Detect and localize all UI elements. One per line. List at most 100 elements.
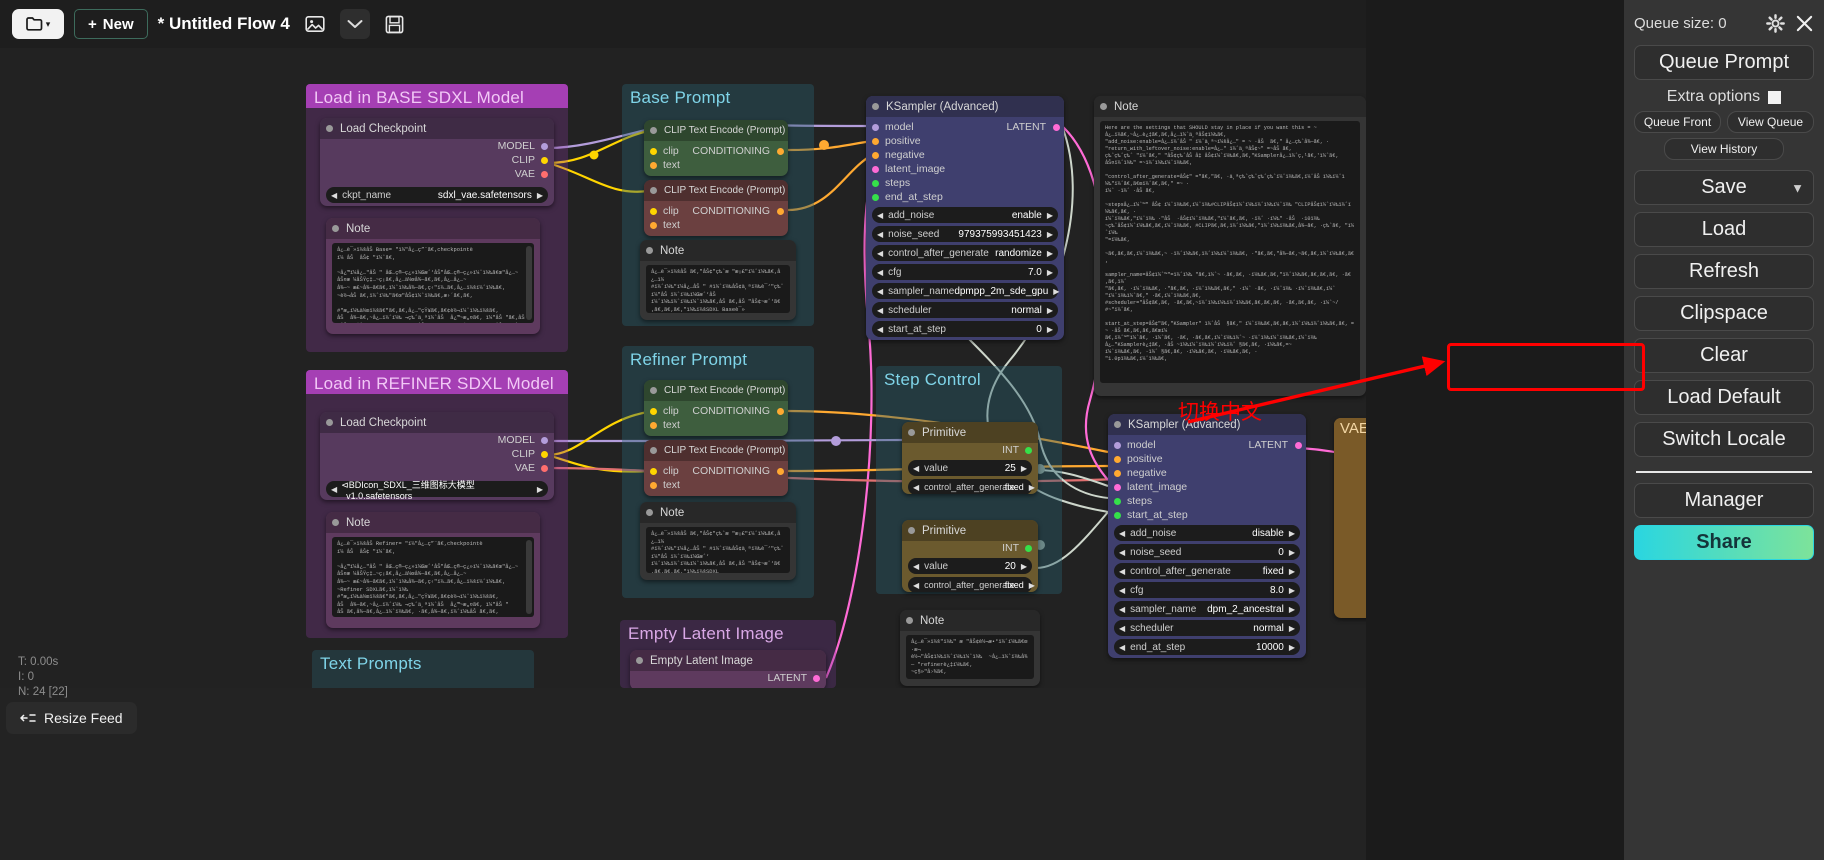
decrement-arrow-icon[interactable]: ◀ — [1119, 643, 1125, 652]
widget-end-at-step[interactable]: ◀ end_at_step 10000 ▶ — [1114, 639, 1300, 655]
close-icon[interactable] — [1795, 14, 1814, 33]
conditioning-port-dot[interactable] — [1114, 456, 1121, 463]
increment-arrow-icon[interactable]: ▶ — [537, 191, 543, 200]
int-port-dot[interactable] — [1114, 498, 1121, 505]
widget-scheduler[interactable]: ◀ scheduler normal ▶ — [872, 302, 1058, 318]
increment-arrow-icon[interactable]: ▶ — [1289, 529, 1295, 538]
collapse-dot-icon[interactable] — [906, 617, 913, 624]
node-header[interactable]: Primitive — [902, 520, 1038, 541]
node-header[interactable]: Note — [900, 610, 1040, 631]
load-default-button[interactable]: Load Default — [1634, 380, 1814, 415]
input-end-at-step[interactable]: end_at_step — [866, 190, 1064, 204]
input-steps[interactable]: steps — [1108, 494, 1306, 508]
increment-arrow-icon[interactable]: ▶ — [537, 485, 543, 494]
increment-arrow-icon[interactable]: ▶ — [1047, 306, 1053, 315]
widget-control-after-generate[interactable]: ◀ control_after_generate randomize ▶ — [872, 245, 1058, 261]
latent-port-dot[interactable] — [1114, 484, 1121, 491]
input-latent-image[interactable]: latent_image — [1108, 480, 1306, 494]
node-header[interactable]: CLIP Text Encode (Prompt) — [644, 440, 788, 461]
widget-ckpt-name[interactable]: ◀ ckpt_name sdxl_vae.safetensors ▶ — [326, 187, 548, 203]
text-port-dot[interactable] — [650, 222, 657, 229]
node-note-base[interactable]: Note å¿…è¯»ï¼šåŠ Base= "ï¼"å¿…ç”¨ã€‚chec… — [326, 218, 540, 334]
increment-arrow-icon[interactable]: ▶ — [1053, 287, 1059, 296]
clip-port-dot[interactable] — [541, 157, 548, 164]
clip-port-dot[interactable] — [650, 408, 657, 415]
note-textarea[interactable]: å¿…è¯»ï¼šåŠ ã€‚"åŠ¢"ç‰ˆæ "æ¡£"ï¼ˆï¼‰ã€‚å… — [646, 265, 790, 313]
output-vae[interactable]: VAE — [320, 461, 554, 475]
node-clip-text-encode-refiner-positive[interactable]: CLIP Text Encode (Prompt) clip CONDITION… — [644, 380, 788, 436]
text-port-dot[interactable] — [650, 162, 657, 169]
input-start-at-step[interactable]: start_at_step — [1108, 508, 1306, 522]
int-port-dot[interactable] — [872, 194, 879, 201]
decrement-arrow-icon[interactable]: ◀ — [1119, 586, 1125, 595]
queue-front-button[interactable]: Queue Front — [1634, 111, 1721, 133]
conditioning-port-dot[interactable] — [777, 408, 784, 415]
collapse-dot-icon[interactable] — [650, 447, 657, 454]
view-queue-button[interactable]: View Queue — [1727, 111, 1814, 133]
input-text[interactable]: text — [644, 158, 788, 172]
node-load-checkpoint-refiner[interactable]: Load Checkpoint MODEL CLIP VAE ◀ ⊲BDIcon — [320, 412, 554, 500]
node-header[interactable]: Note — [1094, 96, 1366, 117]
input-clip[interactable]: clip CONDITIONING — [644, 464, 788, 478]
input-negative[interactable]: negative — [1108, 466, 1306, 480]
node-header[interactable]: KSampler (Advanced) — [866, 96, 1064, 117]
clipspace-button[interactable]: Clipspace — [1634, 296, 1814, 331]
collapse-dot-icon[interactable] — [650, 127, 657, 134]
conditioning-port-dot[interactable] — [872, 138, 879, 145]
widget-add-noise[interactable]: ◀ add_noise disable ▶ — [1114, 525, 1300, 541]
extra-options-checkbox[interactable] — [1768, 91, 1781, 104]
switch-locale-button[interactable]: Switch Locale — [1634, 422, 1814, 457]
text-port-dot[interactable] — [650, 482, 657, 489]
node-header[interactable]: Primitive — [902, 422, 1038, 443]
input-text[interactable]: text — [644, 478, 788, 492]
note-textarea[interactable]: å¿…è¯»ï¼šåŠ Refiner= "ï¼"å¿…ç”¨ã€‚checkp… — [332, 537, 534, 617]
widget-cfg[interactable]: ◀ cfg 8.0 ▶ — [1114, 582, 1300, 598]
int-port-dot[interactable] — [1025, 545, 1032, 552]
increment-arrow-icon[interactable]: ▶ — [1021, 464, 1027, 473]
increment-arrow-icon[interactable]: ▶ — [1047, 325, 1053, 334]
note-textarea[interactable]: å¿…è¯»ï¼šåŠ Base= "ï¼"å¿…ç”¨ã€‚checkpoin… — [332, 243, 534, 323]
decrement-arrow-icon[interactable]: ◀ — [877, 306, 883, 315]
vae-port-dot[interactable] — [541, 171, 548, 178]
increment-arrow-icon[interactable]: ▶ — [1289, 548, 1295, 557]
input-clip[interactable]: clip CONDITIONING — [644, 404, 788, 418]
decrement-arrow-icon[interactable]: ◀ — [1119, 605, 1125, 614]
widget-noise-seed[interactable]: ◀ noise_seed 979375993451423 ▶ — [872, 226, 1058, 242]
collapse-dot-icon[interactable] — [650, 187, 657, 194]
collapse-dot-icon[interactable] — [332, 225, 339, 232]
output-model[interactable]: MODEL — [320, 433, 554, 447]
node-header[interactable]: Note — [326, 218, 540, 239]
collapse-dot-icon[interactable] — [646, 509, 653, 516]
conditioning-port-dot[interactable] — [777, 208, 784, 215]
increment-arrow-icon[interactable]: ▶ — [1289, 605, 1295, 614]
output-latent[interactable]: LATENT — [630, 671, 826, 685]
collapse-dot-icon[interactable] — [636, 657, 643, 664]
increment-arrow-icon[interactable]: ▶ — [1047, 211, 1053, 220]
load-button[interactable]: Load — [1634, 212, 1814, 247]
output-int[interactable]: INT — [902, 541, 1038, 555]
collapse-dot-icon[interactable] — [1100, 103, 1107, 110]
increment-arrow-icon[interactable]: ▶ — [1289, 624, 1295, 633]
save-workflow-button[interactable] — [380, 9, 410, 39]
output-clip[interactable]: CLIP — [320, 447, 554, 461]
input-negative[interactable]: negative — [866, 148, 1064, 162]
save-caret-icon[interactable]: ▼ — [1791, 180, 1804, 195]
collapse-dot-icon[interactable] — [326, 125, 333, 132]
input-clip[interactable]: clip CONDITIONING — [644, 204, 788, 218]
increment-arrow-icon[interactable]: ▶ — [1289, 567, 1295, 576]
model-port-dot[interactable] — [541, 437, 548, 444]
increment-arrow-icon[interactable]: ▶ — [1029, 581, 1035, 590]
decrement-arrow-icon[interactable]: ◀ — [1119, 624, 1125, 633]
node-header[interactable]: CLIP Text Encode (Prompt) — [644, 120, 788, 141]
latent-port-dot[interactable] — [1053, 124, 1060, 131]
widget-add-noise[interactable]: ◀ add_noise enable ▶ — [872, 207, 1058, 223]
vae-port-dot[interactable] — [541, 465, 548, 472]
node-clip-text-encode-refiner-negative[interactable]: CLIP Text Encode (Prompt) clip CONDITION… — [644, 440, 788, 496]
model-port-dot[interactable] — [872, 124, 879, 131]
model-port-dot[interactable] — [1114, 442, 1121, 449]
model-port-dot[interactable] — [541, 143, 548, 150]
input-positive[interactable]: positive — [866, 134, 1064, 148]
node-header[interactable]: CLIP Text Encode (Prompt) — [644, 180, 788, 201]
widget-value[interactable]: ◀ value 25 ▶ — [908, 460, 1032, 476]
decrement-arrow-icon[interactable]: ◀ — [913, 581, 919, 590]
